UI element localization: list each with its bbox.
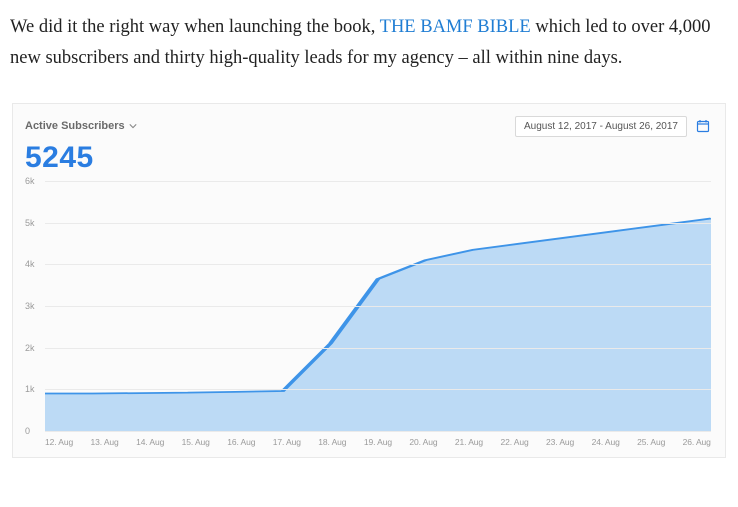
gridline <box>45 431 711 432</box>
x-tick-label: 23. Aug <box>546 437 574 447</box>
gridline <box>45 223 711 224</box>
x-tick-label: 13. Aug <box>91 437 119 447</box>
metric-label: Active Subscribers <box>25 120 125 132</box>
calendar-icon[interactable] <box>693 116 713 136</box>
x-tick-label: 19. Aug <box>364 437 392 447</box>
subscriber-chart: 12. Aug 13. Aug 14. Aug 15. Aug 16. Aug 17. A… <box>23 181 715 451</box>
x-tick-label: 26. Aug <box>683 437 711 447</box>
bamf-bible-link[interactable]: THE BAMF BIBLE <box>380 17 531 37</box>
chevron-down-icon <box>129 122 137 130</box>
y-tick-label: 0 <box>25 426 30 436</box>
x-tick-label: 14. Aug <box>136 437 164 447</box>
x-tick-label: 20. Aug <box>409 437 437 447</box>
x-tick-label: 12. Aug <box>45 437 73 447</box>
screenshot-header: Active Subscribers August 12, 2017 - Aug… <box>23 114 715 141</box>
x-tick-label: 18. Aug <box>318 437 346 447</box>
x-tick-label: 21. Aug <box>455 437 483 447</box>
x-tick-label: 25. Aug <box>637 437 665 447</box>
metric-dropdown[interactable]: Active Subscribers <box>25 120 137 132</box>
x-tick-label: 15. Aug <box>182 437 210 447</box>
y-tick-label: 2k <box>25 343 35 353</box>
gridline <box>45 264 711 265</box>
y-tick-label: 3k <box>25 301 35 311</box>
text-before-link: We did it the right way when launching t… <box>10 17 380 37</box>
x-tick-label: 17. Aug <box>273 437 301 447</box>
x-axis: 12. Aug 13. Aug 14. Aug 15. Aug 16. Aug 17. A… <box>45 437 711 447</box>
gridline <box>45 348 711 349</box>
analytics-screenshot: Active Subscribers August 12, 2017 - Aug… <box>12 103 726 458</box>
y-tick-label: 5k <box>25 218 35 228</box>
y-tick-label: 6k <box>25 176 35 186</box>
y-tick-label: 4k <box>25 259 35 269</box>
gridline <box>45 181 711 182</box>
y-tick-label: 1k <box>25 384 35 394</box>
gridline <box>45 389 711 390</box>
x-tick-label: 22. Aug <box>500 437 528 447</box>
article-paragraph: We did it the right way when launching t… <box>0 0 738 75</box>
x-tick-label: 24. Aug <box>592 437 620 447</box>
big-number: 5245 <box>23 141 715 181</box>
date-range-picker[interactable]: August 12, 2017 - August 26, 2017 <box>515 116 687 137</box>
gridline <box>45 306 711 307</box>
x-tick-label: 16. Aug <box>227 437 255 447</box>
